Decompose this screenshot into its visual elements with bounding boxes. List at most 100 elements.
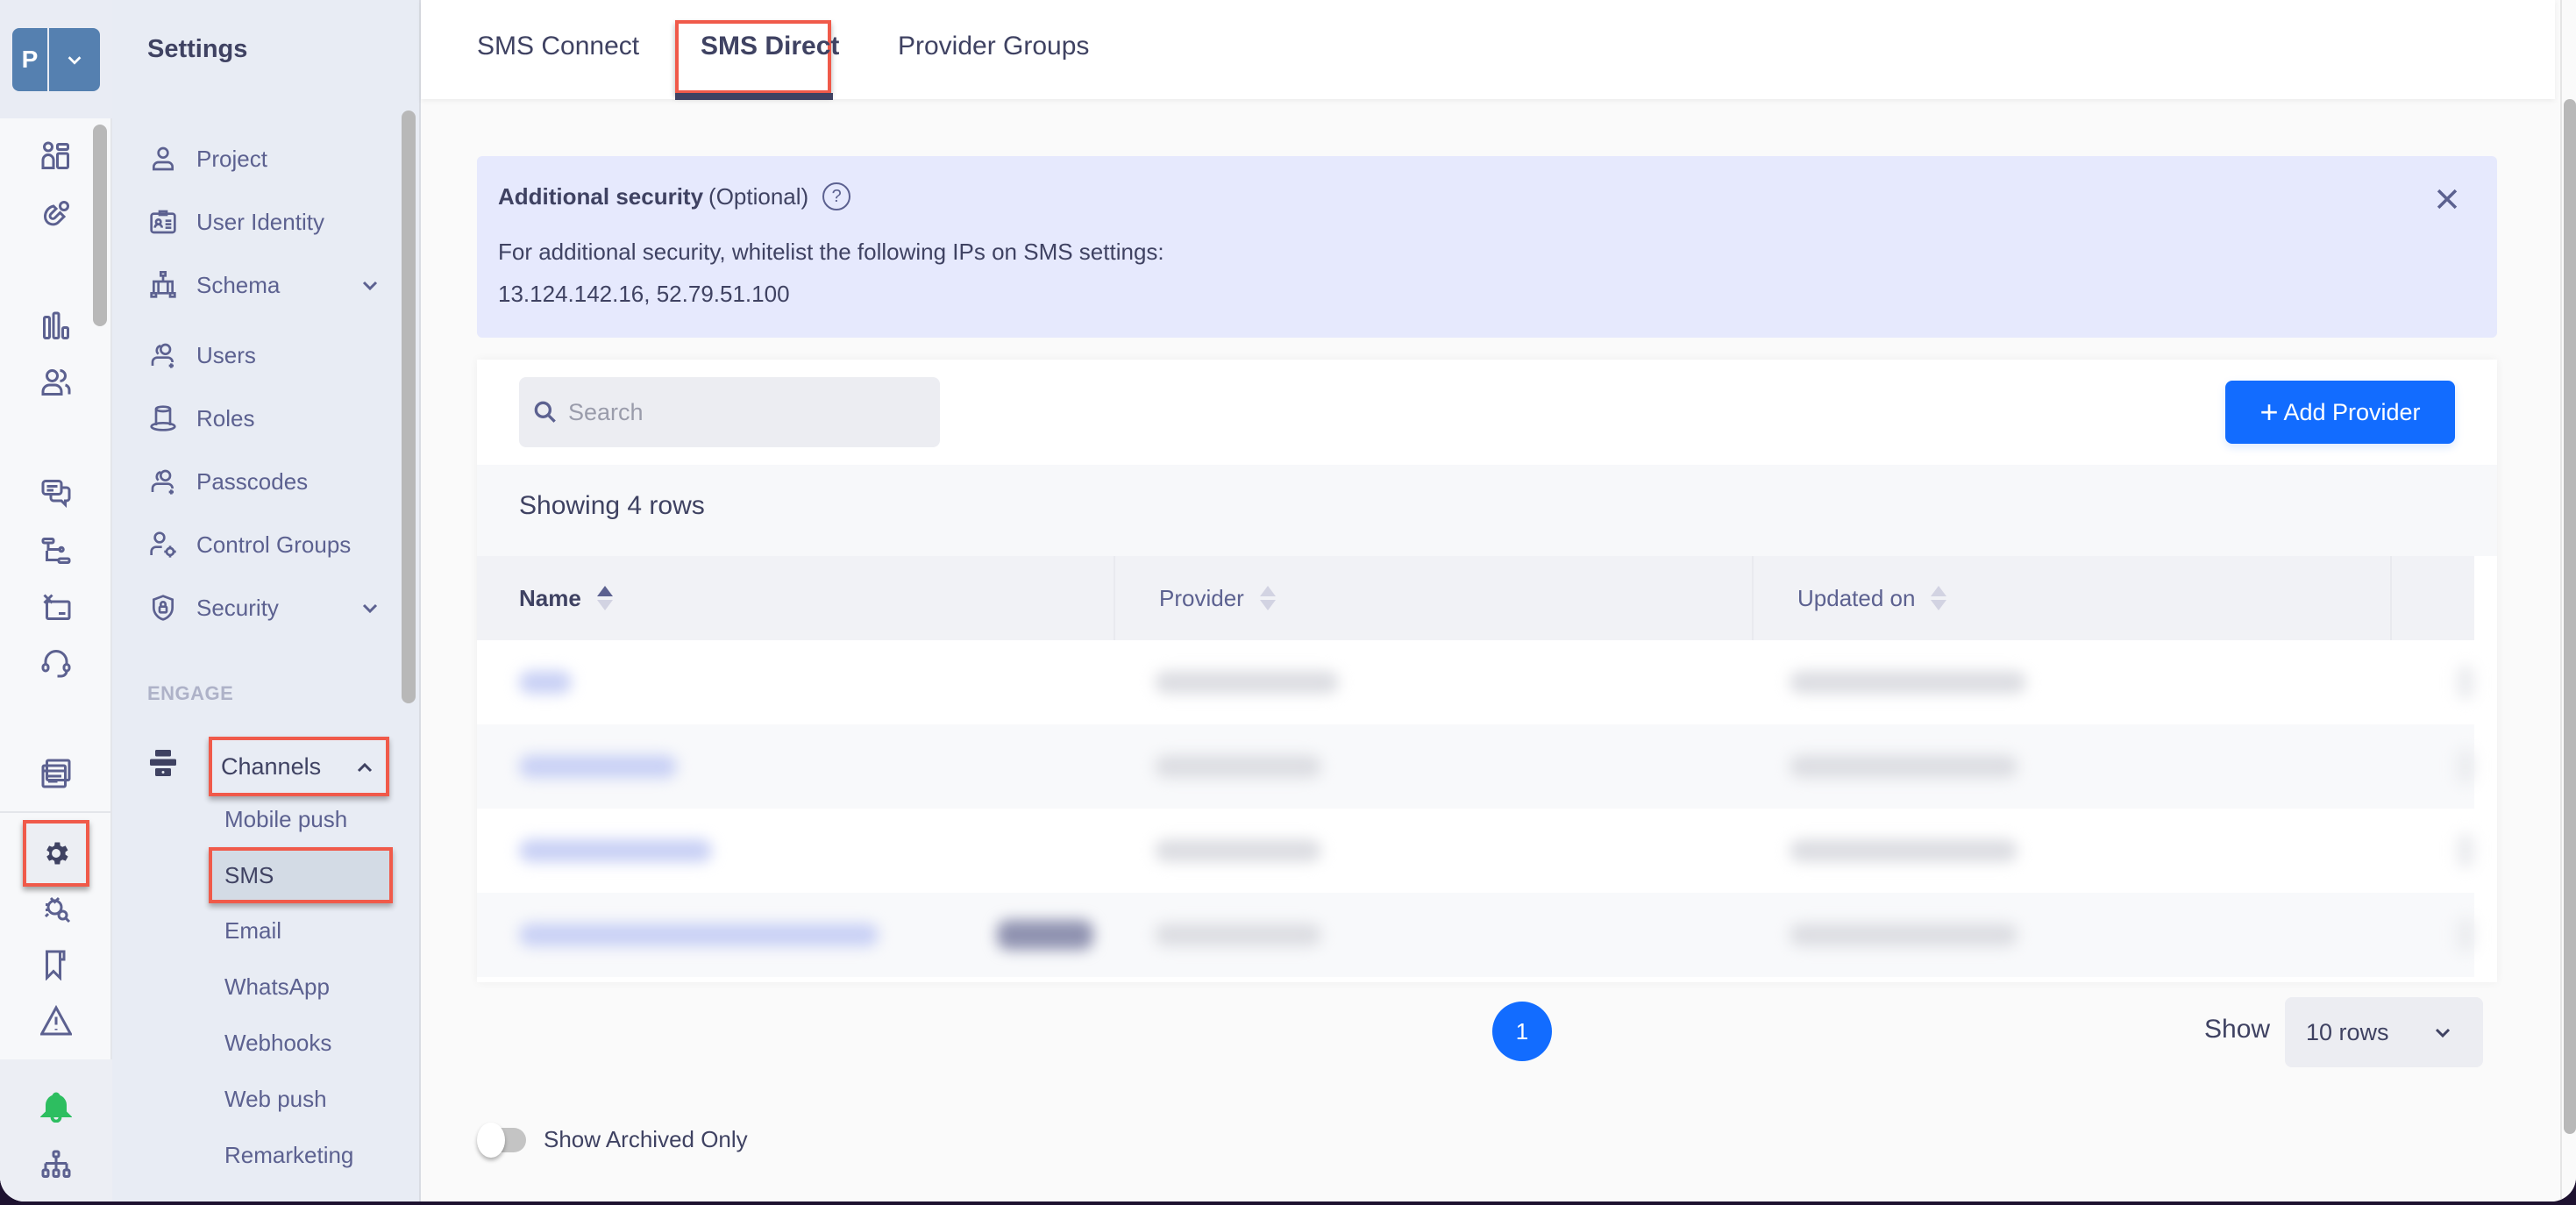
- cell-name-redacted[interactable]: [477, 640, 1111, 724]
- providers-card: + Add Provider Showing 4 rows Name Provi…: [477, 360, 2497, 982]
- channels-icon: [150, 750, 176, 776]
- row-actions-icon[interactable]: [2380, 640, 2475, 724]
- column-label: Updated on: [1797, 584, 1916, 611]
- rail-divider: [0, 811, 112, 813]
- column-header-updated-on[interactable]: Updated on: [1754, 556, 2392, 640]
- table-row[interactable]: [477, 893, 2475, 977]
- cell-updated-redacted: [1746, 809, 2380, 893]
- bug-search-icon[interactable]: [35, 888, 77, 930]
- sidebar-item-security[interactable]: Security: [147, 583, 393, 632]
- row-actions-icon[interactable]: [2380, 893, 2475, 977]
- sidebar-item-label: Project: [196, 145, 267, 172]
- search-input[interactable]: [568, 398, 919, 426]
- cell-provider-redacted: [1111, 893, 1745, 977]
- settings-sidebar-scrollbar[interactable]: [402, 111, 416, 703]
- sidebar-subitem-webhooks[interactable]: Webhooks: [200, 1016, 389, 1069]
- page-button-current[interactable]: 1: [1492, 1002, 1552, 1061]
- flow-icon[interactable]: [35, 530, 77, 572]
- rail-footer: [0, 1059, 112, 1201]
- search-field[interactable]: [519, 377, 940, 447]
- search-icon: [534, 401, 556, 423]
- column-header-provider[interactable]: Provider: [1115, 556, 1754, 640]
- sidebar-item-passcodes[interactable]: Passcodes: [147, 457, 393, 506]
- project-initial: P: [12, 28, 49, 91]
- cell-updated-redacted: [1746, 893, 2380, 977]
- users-icon[interactable]: [35, 361, 77, 403]
- row-count-text: Showing 4 rows: [519, 491, 705, 520]
- toggle-knob: [477, 1123, 505, 1158]
- user-gear-icon: [147, 529, 179, 560]
- bookmark-icon[interactable]: [35, 944, 77, 986]
- sort-icon[interactable]: [1259, 586, 1276, 610]
- section-label-engage: ENGAGE: [147, 682, 234, 704]
- sidebar-item-label: Control Groups: [196, 531, 352, 558]
- cell-updated-redacted: [1746, 724, 2380, 809]
- active-tab-indicator: [675, 93, 833, 100]
- close-icon[interactable]: [2432, 184, 2462, 214]
- sidebar-subitem-email[interactable]: Email: [200, 904, 389, 957]
- cell-name-redacted[interactable]: [477, 893, 1111, 977]
- table-body: [477, 640, 2475, 979]
- row-actions-icon[interactable]: [2380, 809, 2475, 893]
- rows-per-page-select[interactable]: 10 rows: [2285, 997, 2483, 1067]
- templates-icon[interactable]: [35, 752, 77, 795]
- chevron-down-icon: [49, 28, 100, 91]
- add-provider-button[interactable]: + Add Provider: [2225, 381, 2455, 444]
- tab-sms-direct[interactable]: SMS Direct: [701, 32, 839, 61]
- sidebar-item-users[interactable]: Users: [147, 331, 393, 380]
- sidebar-item-roles[interactable]: Roles: [147, 394, 393, 443]
- sidebar-subitem-whatsapp[interactable]: WhatsApp: [200, 960, 389, 1013]
- tab-provider-groups[interactable]: Provider Groups: [898, 32, 1089, 61]
- headset-icon[interactable]: [35, 642, 77, 684]
- bar-chart-icon[interactable]: [35, 305, 77, 347]
- sidebar-subitem-remarketing[interactable]: Remarketing: [200, 1129, 389, 1181]
- shield-lock-icon: [147, 592, 179, 624]
- sidebar-item-channels: Channels: [147, 737, 393, 796]
- chevron-down-icon: [362, 281, 378, 291]
- sidebar-item-project[interactable]: Project: [147, 134, 393, 183]
- rail-scrollbar[interactable]: [93, 125, 107, 326]
- settings-gear-icon[interactable]: [23, 820, 89, 887]
- sidebar-item-schema[interactable]: Schema: [147, 260, 393, 310]
- org-tree-icon[interactable]: [35, 1144, 77, 1186]
- rows-per-page-label: Show: [2204, 1015, 2271, 1044]
- plus-icon: +: [2259, 394, 2279, 430]
- row-actions-icon[interactable]: [2380, 724, 2475, 809]
- sidebar-item-label: Schema: [196, 271, 281, 298]
- archived-toggle[interactable]: [477, 1123, 526, 1158]
- status-badge-redacted: [997, 920, 1094, 950]
- hat-icon: [147, 403, 179, 434]
- help-icon[interactable]: ?: [822, 182, 851, 210]
- project-switcher-button[interactable]: P: [12, 28, 100, 91]
- sidebar-item-control-groups[interactable]: Control Groups: [147, 520, 393, 569]
- settings-sidebar: Settings Project User Identity Schema Us…: [112, 0, 421, 1201]
- dashboard-icon[interactable]: [35, 135, 77, 177]
- cell-name-redacted[interactable]: [477, 724, 1111, 809]
- table-row[interactable]: [477, 640, 2475, 724]
- scrollbar-track: [2560, 0, 2562, 1201]
- campaign-icon[interactable]: [35, 586, 77, 628]
- cell-name-redacted[interactable]: [477, 809, 1111, 893]
- table-row[interactable]: [477, 724, 2475, 809]
- sort-ascending-icon[interactable]: [596, 586, 613, 610]
- sidebar-subitem-sms[interactable]: SMS: [209, 847, 393, 903]
- sidebar-subitem-mobile-push[interactable]: Mobile push: [200, 793, 389, 845]
- sidebar-item-label: Roles: [196, 404, 255, 431]
- sidebar-subitem-web-push[interactable]: Web push: [200, 1073, 389, 1125]
- table-row[interactable]: [477, 809, 2475, 893]
- chat-icon[interactable]: [35, 472, 77, 514]
- chevron-up-icon: [357, 762, 373, 773]
- main-scrollbar[interactable]: [2564, 99, 2576, 1134]
- channels-toggle-button[interactable]: Channels: [209, 737, 389, 796]
- sidebar-item-user-identity[interactable]: User Identity: [147, 197, 393, 246]
- warning-icon[interactable]: [35, 1000, 77, 1042]
- table-header: Name Provider Updated on: [477, 556, 2474, 640]
- column-header-name[interactable]: Name: [477, 556, 1115, 640]
- tab-sms-connect[interactable]: SMS Connect: [477, 32, 639, 61]
- magnet-icon[interactable]: [35, 193, 77, 235]
- notification-bell-icon[interactable]: [35, 1086, 77, 1128]
- main-content: SMS Connect SMS Direct Provider Groups A…: [421, 0, 2576, 1201]
- sort-icon[interactable]: [1931, 586, 1947, 610]
- column-label: Provider: [1159, 584, 1244, 611]
- security-info-banner: Additional security (Optional) ? For add…: [477, 156, 2497, 338]
